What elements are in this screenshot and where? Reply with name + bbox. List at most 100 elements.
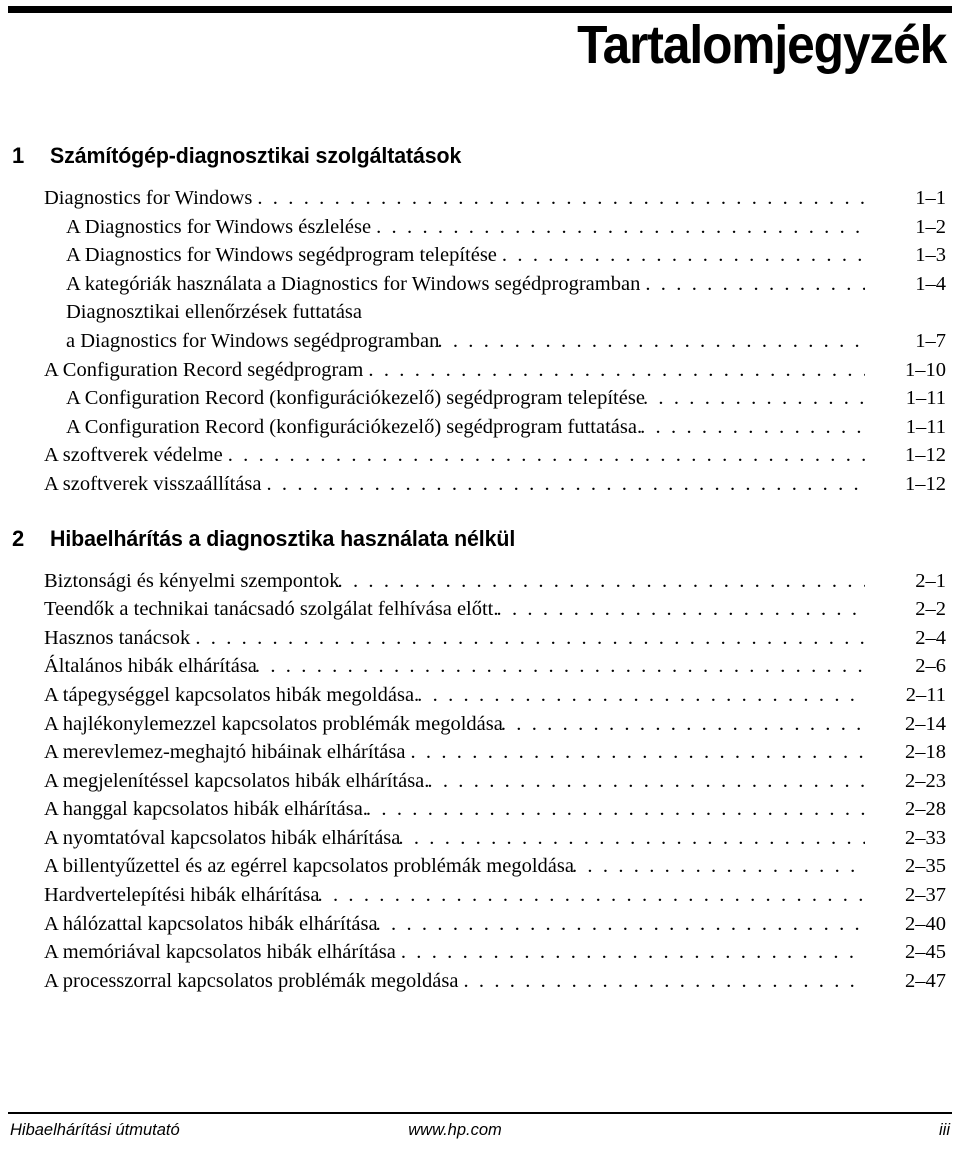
toc-entry-label: A processzorral kapcsolatos problémák me… (44, 969, 459, 992)
toc-entry[interactable]: A hajlékonylemezzel kapcsolatos problémá… (0, 710, 946, 739)
toc-entry[interactable]: Általános hibák elhárítása 2–6 (0, 652, 946, 681)
toc-entry-label: Biztonsági és kényelmi szempontok (44, 569, 340, 592)
toc-dot-leader (376, 910, 865, 939)
toc-entry[interactable]: Hasznos tanácsok 2–4 (0, 624, 946, 653)
toc-entry[interactable]: A billentyűzettel és az egérrel kapcsola… (0, 852, 946, 881)
toc-dot-leader (417, 681, 865, 710)
toc-entry-page-number: 1–10 (905, 358, 946, 381)
toc-dot-leader (640, 413, 865, 442)
chapter-heading[interactable]: 2 Hibaelhárítás a diagnosztika használata… (0, 526, 960, 552)
footer-row: Hibaelhárítási útmutató www.hp.com iii (8, 1121, 952, 1145)
toc-entry-label: Hardvertelepítési hibák elhárítása (44, 884, 320, 907)
chapter-number: 1 (12, 143, 25, 168)
toc-entry-page-number: 2–18 (905, 741, 946, 764)
toc-entry[interactable]: A szoftverek védelme 1–12 (0, 441, 946, 470)
toc-dot-leader (255, 652, 865, 681)
toc-entry[interactable]: A hálózattal kapcsolatos hibák elhárítás… (0, 910, 946, 939)
toc-chapter: 1 Számítógép-diagnosztikai szolgáltatások… (0, 143, 960, 499)
toc-dot-leader (398, 824, 865, 853)
toc-entry[interactable]: A processzorral kapcsolatos problémák me… (0, 967, 946, 996)
toc-entry-label: A hálózattal kapcsolatos hibák elhárítás… (44, 912, 378, 935)
toc-dot-leader (257, 184, 865, 213)
toc-entry[interactable]: A Configuration Record (konfigurációkeze… (0, 384, 946, 413)
toc-dot-leader (410, 738, 865, 767)
toc-entry-page-number: 2–14 (905, 712, 946, 735)
toc-entry[interactable]: A Diagnostics for Windows észlelése 1–2 (0, 213, 946, 242)
toc-entry-label: A Diagnostics for Windows segédprogram t… (66, 244, 497, 267)
toc-dot-leader (572, 852, 865, 881)
toc-entry-label: Diagnosztikai ellenőrzések futtatása (66, 301, 362, 324)
toc-entry-label: A szoftverek visszaállítása (44, 472, 262, 495)
toc-entry-page-number: 2–40 (905, 912, 946, 935)
toc-entry-label: A Configuration Record (konfigurációkeze… (66, 415, 643, 438)
toc-entry-page-number: 2–4 (915, 626, 946, 649)
toc-dot-leader (368, 356, 865, 385)
toc-dot-leader (228, 441, 865, 470)
toc-entry[interactable]: Diagnosztikai ellenőrzések futtatása (0, 298, 946, 327)
toc-dot-leader (195, 624, 865, 653)
toc-dot-leader (366, 795, 865, 824)
toc-entry-page-number: 1–7 (915, 329, 946, 352)
toc-entry-label: A szoftverek védelme (44, 444, 223, 467)
toc-entry-page-number: 2–11 (905, 683, 946, 706)
toc-dot-leader (643, 384, 865, 413)
toc-entry-page-number: 2–45 (905, 941, 946, 964)
toc-entry[interactable]: Biztonsági és kényelmi szempontok 2–1 (0, 567, 946, 596)
toc-entry-label: A kategóriák használata a Diagnostics fo… (66, 272, 641, 295)
toc-entry[interactable]: Hardvertelepítési hibák elhárítása 2–37 (0, 881, 946, 910)
toc-dot-leader (497, 595, 865, 624)
toc-entry-label: A merevlemez-meghajtó hibáinak elhárítás… (44, 741, 406, 764)
toc-entry[interactable]: A tápegységgel kapcsolatos hibák megoldá… (0, 681, 946, 710)
toc-entry-label: A nyomtatóval kapcsolatos hibák elhárítá… (44, 826, 401, 849)
toc-entry-label: Általános hibák elhárítása (44, 655, 257, 678)
toc-entry-label: A Configuration Record (konfigurációkeze… (66, 387, 645, 410)
toc-entry[interactable]: A szoftverek visszaállítása 1–12 (0, 470, 946, 499)
toc-dot-leader (401, 938, 865, 967)
toc-dot-leader (502, 241, 865, 270)
chapter-title: Számítógép-diagnosztikai szolgáltatások (50, 143, 462, 168)
toc-entry[interactable]: A megjelenítéssel kapcsolatos hibák elhá… (0, 767, 946, 796)
toc-entry[interactable]: A hanggal kapcsolatos hibák elhárítása. 2… (0, 795, 946, 824)
toc-entry-page-number: 1–11 (905, 387, 946, 410)
table-of-contents: 1 Számítógép-diagnosztikai szolgáltatások… (0, 0, 960, 995)
toc-dot-leader (376, 213, 865, 242)
toc-dot-leader (501, 710, 865, 739)
toc-entry-page-number: 1–12 (905, 444, 946, 467)
toc-entry-page-number: 2–1 (915, 569, 946, 592)
toc-entry[interactable]: A Diagnostics for Windows segédprogram t… (0, 241, 946, 270)
toc-entry-page-number: 2–35 (905, 855, 946, 878)
toc-entry-page-number: 1–11 (905, 415, 946, 438)
toc-entry-page-number: 2–23 (905, 769, 946, 792)
toc-entry-page-number: 2–6 (915, 655, 946, 678)
toc-entry[interactable]: A kategóriák használata a Diagnostics fo… (0, 270, 946, 299)
toc-dot-leader (266, 470, 865, 499)
toc-entry[interactable]: Diagnostics for Windows 1–1 (0, 184, 946, 213)
toc-entry-page-number: 1–4 (915, 272, 946, 295)
toc-entry[interactable]: A Configuration Record segédprogram 1–10 (0, 356, 946, 385)
toc-entry-label: A tápegységgel kapcsolatos hibák megoldá… (44, 683, 420, 706)
toc-entry[interactable]: A nyomtatóval kapcsolatos hibák elhárítá… (0, 824, 946, 853)
chapter-heading[interactable]: 1 Számítógép-diagnosztikai szolgáltatások (0, 143, 960, 169)
toc-entry-page-number: 2–47 (905, 969, 946, 992)
chapter-number: 2 (12, 525, 25, 551)
toc-entry[interactable]: a Diagnostics for Windows segédprogramba… (0, 327, 946, 356)
footer-url: www.hp.com (408, 1121, 502, 1139)
toc-entry-page-number: 2–28 (905, 798, 946, 821)
toc-dot-leader (338, 567, 866, 596)
toc-entry-label: A hajlékonylemezzel kapcsolatos problémá… (44, 712, 503, 735)
toc-entry-label: A megjelenítéssel kapcsolatos hibák elhá… (44, 769, 430, 792)
toc-entry-label: A Configuration Record segédprogram (44, 358, 364, 381)
toc-entry-list: Biztonsági és kényelmi szempontok 2–1 Teen… (0, 567, 960, 996)
toc-entry-page-number: 1–12 (905, 472, 946, 495)
toc-entry-label: A Diagnostics for Windows észlelése (66, 215, 372, 238)
toc-entry-page-number: 1–1 (915, 187, 946, 209)
toc-entry[interactable]: A Configuration Record (konfigurációkeze… (0, 413, 946, 442)
toc-entry[interactable]: A memóriával kapcsolatos hibák elhárítás… (0, 938, 946, 967)
toc-entry[interactable]: A merevlemez-meghajtó hibáinak elhárítás… (0, 738, 946, 767)
chapter-title: Hibaelhárítás a diagnosztika használata … (50, 525, 516, 551)
toc-entry-page-number: 2–2 (915, 598, 946, 621)
toc-entry-label: a Diagnostics for Windows segédprogramba… (66, 329, 440, 352)
toc-entry[interactable]: Teendők a technikai tanácsadó szolgálat … (0, 595, 946, 624)
toc-dot-leader (645, 270, 865, 299)
toc-entry-list: Diagnostics for Windows 1–1 A Diagnostics … (0, 184, 960, 499)
